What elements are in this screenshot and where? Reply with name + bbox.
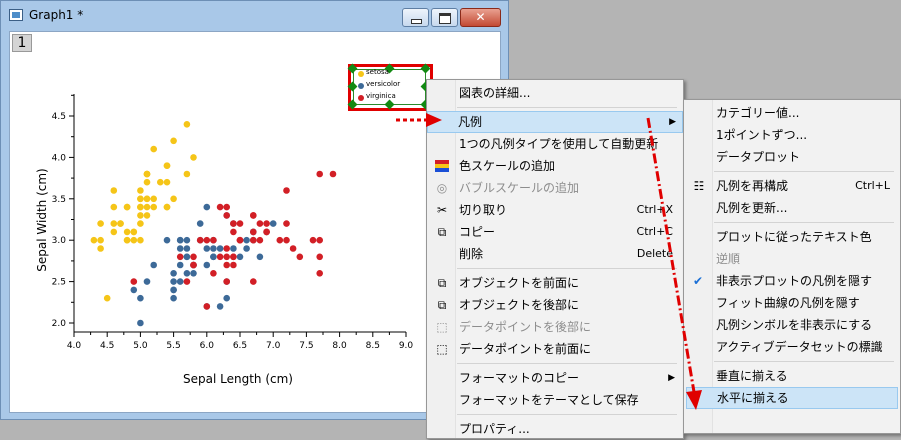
color-scale-icon (434, 158, 450, 174)
menu-item[interactable]: 色スケールの追加 (429, 155, 681, 177)
menu-item-label: プロパティ... (459, 422, 530, 436)
menu-item-label: フィット曲線の凡例を隠す (716, 296, 860, 310)
menu-item-label: データプロット (716, 150, 801, 164)
menu-item-label: 色スケールの追加 (459, 159, 556, 173)
menu-item-label: オブジェクトを後部に (459, 298, 580, 312)
reconstruct-icon: ☷ (693, 179, 705, 193)
menu-item-label: データポイントを後部に (459, 320, 592, 334)
menu-separator (714, 171, 894, 172)
menu-item[interactable]: 凡例を更新... (686, 197, 898, 219)
legend-label-versicolor: versicolor (366, 80, 401, 88)
maximize-button[interactable] (431, 8, 458, 27)
menu-item-label: データポイントを前面に (459, 342, 592, 356)
menu-item[interactable]: 1つの凡例タイプを使用して自動更新 (429, 133, 681, 155)
menu-item: ⬚ データポイントを後部に (429, 316, 681, 338)
menu-separator (457, 268, 677, 269)
legend-label-setosa: setosa (366, 68, 389, 76)
menu-item-label: 凡例を再構成 (716, 179, 789, 193)
submenu-arrow-icon: ▶ (668, 373, 675, 383)
menu-shortcut: Delete (636, 247, 673, 260)
menu-item[interactable]: 垂直に揃える (686, 365, 898, 387)
legend-symbol-virginica (358, 95, 364, 101)
menu-item[interactable]: 削除 Delete (429, 243, 681, 265)
menu-item-label: 水平に揃える (717, 391, 789, 405)
close-button[interactable] (460, 8, 501, 27)
menu-item: 逆順 (686, 248, 898, 270)
menu-item: ◎ バブルスケールの追加 (429, 177, 681, 199)
menu-item[interactable]: プロパティ... (429, 418, 681, 440)
menu-item[interactable]: ⧉ コピー Ctrl+C (429, 221, 681, 243)
menu-item-label: フォーマットのコピー (459, 371, 580, 385)
menu-separator (457, 107, 677, 108)
menu-item-label: 切り取り (459, 203, 508, 217)
bring-front-icon: ⧉ (437, 276, 447, 290)
menu-item-label: 削除 (459, 247, 484, 261)
legend-label-virginica: virginica (366, 92, 396, 100)
menu-item[interactable]: プロットに従ったテキスト色 (686, 226, 898, 248)
menu-item-label: バブルスケールの追加 (459, 181, 580, 195)
menu-shortcut: Ctrl+C (636, 225, 673, 238)
menu-item-label: 1つの凡例タイプを使用して自動更新 (459, 137, 659, 151)
menu-separator (457, 414, 677, 415)
menu-item-label: 1ポイントずつ... (716, 128, 808, 142)
menu-item[interactable]: カテゴリー値... (686, 102, 898, 124)
menu-item-label: オブジェクトを前面に (459, 276, 580, 290)
menu-shortcut: Ctrl+L (855, 179, 890, 192)
menu-item[interactable]: 水平に揃える (686, 387, 898, 409)
menu-item[interactable]: フォーマットをテーマとして保存 (429, 389, 681, 411)
menu-item[interactable]: フィット曲線の凡例を隠す (686, 292, 898, 314)
menu-item[interactable]: アクティブデータセットの標識 (686, 336, 898, 358)
points-front-icon: ⬚ (436, 342, 448, 356)
submenu-arrow-icon: ▶ (669, 117, 676, 127)
scissors-icon: ✂ (436, 203, 448, 217)
legend-symbol-versicolor (358, 83, 364, 89)
menu-item[interactable]: ✂ 切り取り Ctrl+X (429, 199, 681, 221)
menu-item[interactable]: ⧉ オブジェクトを前面に (429, 272, 681, 294)
legend-submenu: カテゴリー値... 1ポイントずつ... データプロット ☷ 凡例を再構成 Ctrl+L 凡… (683, 99, 901, 434)
context-menu: 図表の詳細... 凡例 ▶ 1つの凡例タイプを使用して自動更新 色スケールの追加 ◎ バブル… (426, 79, 684, 439)
menu-item-label: 凡例を更新... (716, 201, 788, 215)
bubble-scale-icon: ◎ (436, 181, 448, 195)
menu-item[interactable]: ✔ 非表示プロットの凡例を隠す (686, 270, 898, 292)
menu-item[interactable]: データプロット (686, 146, 898, 168)
menu-item-label: コピー (459, 225, 496, 239)
menu-item[interactable]: ⬚ データポイントを前面に (429, 338, 681, 360)
layer-number-badge[interactable]: 1 (12, 34, 32, 52)
menu-item-label: アクティブデータセットの標識 (716, 340, 883, 354)
title-bar[interactable]: Graph1 * (1, 1, 508, 31)
menu-item-label: カテゴリー値... (716, 106, 800, 120)
menu-item-label: プロットに従ったテキスト色 (716, 230, 872, 244)
menu-item[interactable]: 1ポイントずつ... (686, 124, 898, 146)
menu-item-label: 非表示プロットの凡例を隠す (716, 274, 873, 288)
menu-item[interactable]: ☷ 凡例を再構成 Ctrl+L (686, 175, 898, 197)
menu-item-label: 凡例 (458, 115, 483, 129)
menu-item-label: 図表の詳細... (459, 86, 531, 100)
menu-item-label: 垂直に揃える (716, 369, 788, 383)
menu-item[interactable]: フォーマットのコピー ▶ (429, 367, 681, 389)
menu-separator (457, 363, 677, 364)
menu-item[interactable]: 凡例シンボルを非表示にする (686, 314, 898, 336)
menu-item[interactable]: 図表の詳細... (429, 82, 681, 104)
check-icon: ✔ (692, 274, 704, 288)
send-back-icon: ⧉ (437, 298, 447, 312)
minimize-button[interactable] (402, 8, 429, 27)
menu-item[interactable]: ⧉ オブジェクトを後部に (429, 294, 681, 316)
menu-separator (714, 361, 894, 362)
legend-symbol-setosa (358, 71, 364, 77)
points-back-icon: ⬚ (436, 320, 448, 334)
menu-item-label: 凡例シンボルを非表示にする (716, 318, 873, 332)
menu-item[interactable]: 凡例 ▶ (427, 111, 683, 133)
menu-item-label: フォーマットをテーマとして保存 (459, 393, 639, 407)
graph-window-icon (9, 9, 23, 21)
menu-separator (714, 222, 894, 223)
copy-icon: ⧉ (437, 225, 447, 239)
menu-shortcut: Ctrl+X (636, 203, 673, 216)
window-title: Graph1 * (29, 8, 84, 22)
menu-item-label: 逆順 (716, 252, 741, 266)
